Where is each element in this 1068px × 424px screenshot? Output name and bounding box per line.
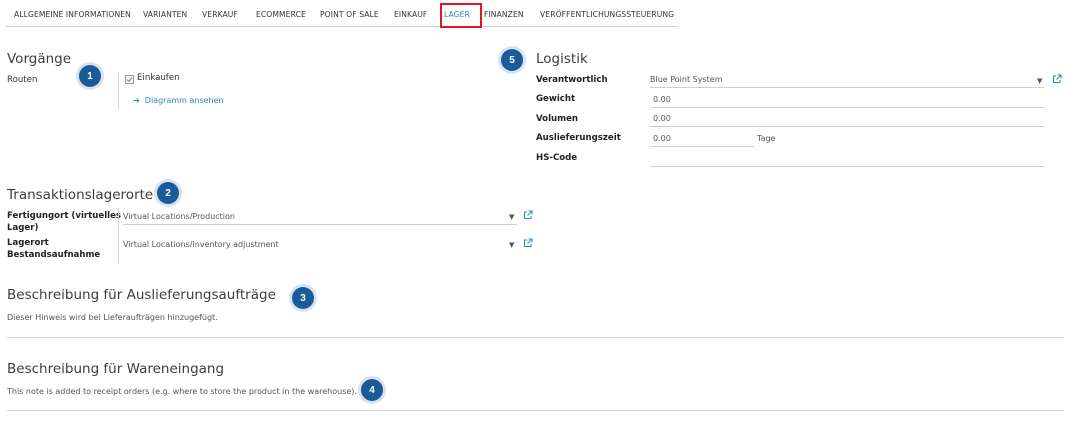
- volume-input[interactable]: 0.00: [650, 111, 1044, 127]
- tab-verkauf[interactable]: VERKAUF: [202, 10, 238, 19]
- hs-code-label: HS-Code: [536, 153, 578, 163]
- vorgaenge-heading: Vorgänge: [7, 51, 72, 67]
- volume-value: 0.00: [653, 114, 671, 123]
- check-icon: [126, 77, 133, 83]
- diagram-link-label: Diagramm ansehen: [144, 96, 224, 105]
- responsible-value: Blue Point System: [650, 75, 723, 84]
- tab-veroeffentlichungssteuerung[interactable]: VERÖFFENTLICHUNGSSTEUERUNG: [540, 10, 674, 19]
- production-label-line1: Fertigungort (virtuelles: [7, 211, 122, 221]
- tab-bar: ALLGEMEINE INFORMATIONEN VARIANTEN VERKA…: [6, 0, 678, 28]
- external-link-icon[interactable]: [523, 238, 533, 248]
- active-tab-highlight: [440, 3, 482, 28]
- annotation-badge-3: 3: [292, 287, 314, 309]
- tab-point-of-sale[interactable]: POINT OF SALE: [320, 10, 379, 19]
- logistik-heading: Logistik: [536, 51, 588, 67]
- chevron-down-icon[interactable]: ▼: [509, 213, 514, 221]
- production-location-value: Virtual Locations/Production: [123, 212, 235, 221]
- receipt-description-heading: Beschreibung für Wareneingang: [7, 361, 225, 377]
- route-einkaufen-label: Einkaufen: [137, 73, 180, 83]
- delivery-description-underline: [7, 337, 1064, 338]
- inventory-location-value: Virtual Locations/Inventory adjustment: [123, 240, 279, 249]
- lead-time-unit: Tage: [757, 134, 776, 143]
- hs-code-input[interactable]: [650, 151, 1044, 167]
- external-link-icon[interactable]: [1052, 74, 1062, 84]
- locations-divider: [118, 208, 119, 264]
- annotation-badge-4: 4: [361, 379, 383, 401]
- lead-time-input[interactable]: 0.00: [650, 131, 755, 147]
- receipt-description-note[interactable]: This note is added to receipt orders (e.…: [7, 387, 357, 396]
- weight-input[interactable]: 0.00: [650, 92, 1044, 108]
- volume-label: Volumen: [536, 114, 579, 124]
- weight-value: 0.00: [653, 95, 671, 104]
- annotation-badge-2: 2: [157, 182, 179, 204]
- lead-time-label: Auslieferungszeit: [536, 133, 621, 143]
- arrow-right-icon: ➔: [133, 96, 140, 105]
- locations-heading: Transaktionslagerorte: [7, 187, 154, 203]
- external-link-icon[interactable]: [523, 210, 533, 220]
- delivery-description-heading: Beschreibung für Auslieferungsaufträge: [7, 287, 276, 303]
- lead-time-value: 0.00: [653, 134, 671, 143]
- tab-einkauf[interactable]: EINKAUF: [394, 10, 427, 19]
- tab-varianten[interactable]: VARIANTEN: [143, 10, 187, 19]
- weight-label: Gewicht: [536, 94, 576, 104]
- annotation-badge-1: 1: [79, 65, 101, 87]
- inventory-label-line2: Bestandsaufnahme: [7, 250, 101, 260]
- tab-finanzen[interactable]: FINANZEN: [484, 10, 524, 19]
- inventory-label-line1: Lagerort: [7, 238, 49, 248]
- responsible-label: Verantwortlich: [536, 75, 608, 85]
- diagram-link[interactable]: ➔ Diagramm ansehen: [133, 88, 224, 107]
- responsible-select[interactable]: Blue Point System: [650, 72, 1044, 88]
- tab-ecommerce[interactable]: ECOMMERCE: [256, 10, 306, 19]
- annotation-badge-5: 5: [501, 49, 523, 71]
- routes-divider: [118, 72, 119, 110]
- receipt-description-underline: [7, 410, 1064, 411]
- production-location-select[interactable]: Virtual Locations/Production: [123, 209, 517, 225]
- chevron-down-icon[interactable]: ▼: [1037, 77, 1042, 85]
- production-label-line2: Lager): [7, 223, 39, 233]
- chevron-down-icon[interactable]: ▼: [509, 241, 514, 249]
- delivery-description-note[interactable]: Dieser Hinweis wird bei Lieferaufträgen …: [7, 313, 218, 322]
- route-einkaufen-checkbox[interactable]: [125, 75, 134, 84]
- routes-label: Routen: [7, 75, 38, 85]
- inventory-location-select[interactable]: Virtual Locations/Inventory adjustment: [123, 237, 517, 253]
- tab-allgemeine-informationen[interactable]: ALLGEMEINE INFORMATIONEN: [14, 10, 131, 19]
